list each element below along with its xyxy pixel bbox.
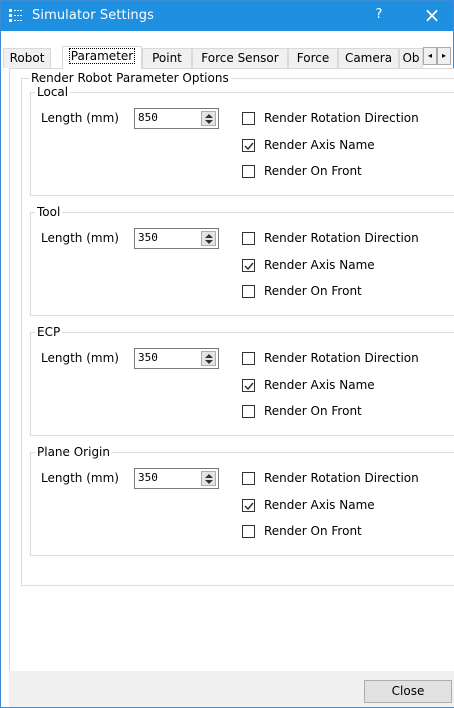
checkbox-box[interactable] <box>242 472 255 485</box>
checkbox-label: Render On Front <box>264 524 362 538</box>
tab-label: Parameter <box>68 48 136 64</box>
checkbox-box[interactable] <box>242 499 255 512</box>
window-close-button[interactable]: × <box>419 3 445 29</box>
checkbox-box[interactable] <box>242 139 255 152</box>
tab-scroll-left-button[interactable]: ◂ <box>423 47 437 65</box>
checkbox-label: Render Axis Name <box>264 138 375 152</box>
group-legend: ECP <box>35 325 63 339</box>
tool-group: Tool Length (mm) 350 Render Rotation Dir… <box>30 205 454 316</box>
checkbox-box[interactable] <box>242 112 255 125</box>
length-value: 850 <box>138 111 158 124</box>
group-title: Render Robot Parameter Options <box>29 71 231 85</box>
length-label: Length (mm) <box>41 351 119 365</box>
length-value: 350 <box>138 351 158 364</box>
length-label: Length (mm) <box>41 231 119 245</box>
dialog-client-area: Robot Parameter Point Force Sensor Force… <box>1 31 454 707</box>
checkbox-label: Render Rotation Direction <box>264 231 419 245</box>
checkbox-box[interactable] <box>242 405 255 418</box>
checkbox-label: Render Rotation Direction <box>264 471 419 485</box>
checkbox-box[interactable] <box>242 352 255 365</box>
local-group: Local Length (mm) 850 Render Rotation Di… <box>30 85 454 196</box>
checkbox-box[interactable] <box>242 525 255 538</box>
plane-origin-group: Plane Origin Length (mm) 350 Render Rota… <box>30 445 454 556</box>
checkbox-label: Render On Front <box>264 404 362 418</box>
tab-force[interactable]: Force <box>288 48 338 68</box>
length-stepper[interactable]: 350 <box>134 228 219 249</box>
tab-strip: Robot Parameter Point Force Sensor Force… <box>3 46 453 69</box>
render-options-group: Render Robot Parameter Options Local Len… <box>21 71 454 586</box>
tab-label: Force Sensor <box>201 51 279 65</box>
spin-arrows-icon[interactable] <box>201 351 216 366</box>
ecp-group: ECP Length (mm) 350 Render Rotation Dire… <box>30 325 454 436</box>
checkbox-label: Render On Front <box>264 164 362 178</box>
tab-force-sensor[interactable]: Force Sensor <box>192 48 288 68</box>
dialog-button-bar: Close <box>9 671 454 707</box>
checkmark-icon <box>244 502 254 511</box>
checkbox-label: Render Rotation Direction <box>264 351 419 365</box>
tab-scroll-right-button[interactable]: ▸ <box>437 47 451 65</box>
checkbox-box[interactable] <box>242 285 255 298</box>
chevron-right-icon: ▸ <box>441 51 446 60</box>
checkbox-box[interactable] <box>242 259 255 272</box>
simulator-settings-window: Simulator Settings ? × Robot Parameter P… <box>0 0 454 708</box>
checkbox-label: Render Axis Name <box>264 498 375 512</box>
checkbox-label: Render On Front <box>264 284 362 298</box>
window-title: Simulator Settings <box>32 8 154 23</box>
tab-camera[interactable]: Camera <box>338 48 399 68</box>
parameter-tab-page: Render Robot Parameter Options Local Len… <box>9 68 454 701</box>
close-button[interactable]: Close <box>364 680 452 703</box>
checkbox-label: Render Rotation Direction <box>264 111 419 125</box>
length-stepper[interactable]: 350 <box>134 348 219 369</box>
length-stepper[interactable]: 350 <box>134 468 219 489</box>
checkbox-box[interactable] <box>242 165 255 178</box>
tab-label: Ob <box>402 51 420 65</box>
length-label: Length (mm) <box>41 471 119 485</box>
checkbox-box[interactable] <box>242 379 255 392</box>
settings-grid-icon <box>9 9 25 23</box>
length-label: Length (mm) <box>41 111 119 125</box>
checkmark-icon <box>244 382 254 391</box>
tab-point[interactable]: Point <box>142 48 192 68</box>
checkmark-icon <box>244 142 254 151</box>
title-bar[interactable]: Simulator Settings ? × <box>1 1 453 31</box>
tab-label: Camera <box>344 51 393 65</box>
group-legend: Local <box>35 85 71 99</box>
checkbox-label: Render Axis Name <box>264 258 375 272</box>
tab-label: Point <box>152 51 182 65</box>
tab-label: Robot <box>9 51 45 65</box>
help-button[interactable]: ? <box>369 7 389 25</box>
group-legend: Tool <box>35 205 63 219</box>
spin-arrows-icon[interactable] <box>201 111 216 126</box>
tab-label: Force <box>296 51 330 65</box>
tab-robot[interactable]: Robot <box>3 48 51 68</box>
chevron-left-icon: ◂ <box>427 51 432 60</box>
group-legend: Plane Origin <box>35 445 112 459</box>
length-value: 350 <box>138 471 158 484</box>
checkmark-icon <box>244 262 254 271</box>
spin-arrows-icon[interactable] <box>201 471 216 486</box>
tab-parameter[interactable]: Parameter <box>62 46 142 69</box>
checkbox-box[interactable] <box>242 232 255 245</box>
spin-arrows-icon[interactable] <box>201 231 216 246</box>
length-stepper[interactable]: 850 <box>134 108 219 129</box>
checkbox-label: Render Axis Name <box>264 378 375 392</box>
length-value: 350 <box>138 231 158 244</box>
tab-objects[interactable]: Ob <box>399 48 423 68</box>
